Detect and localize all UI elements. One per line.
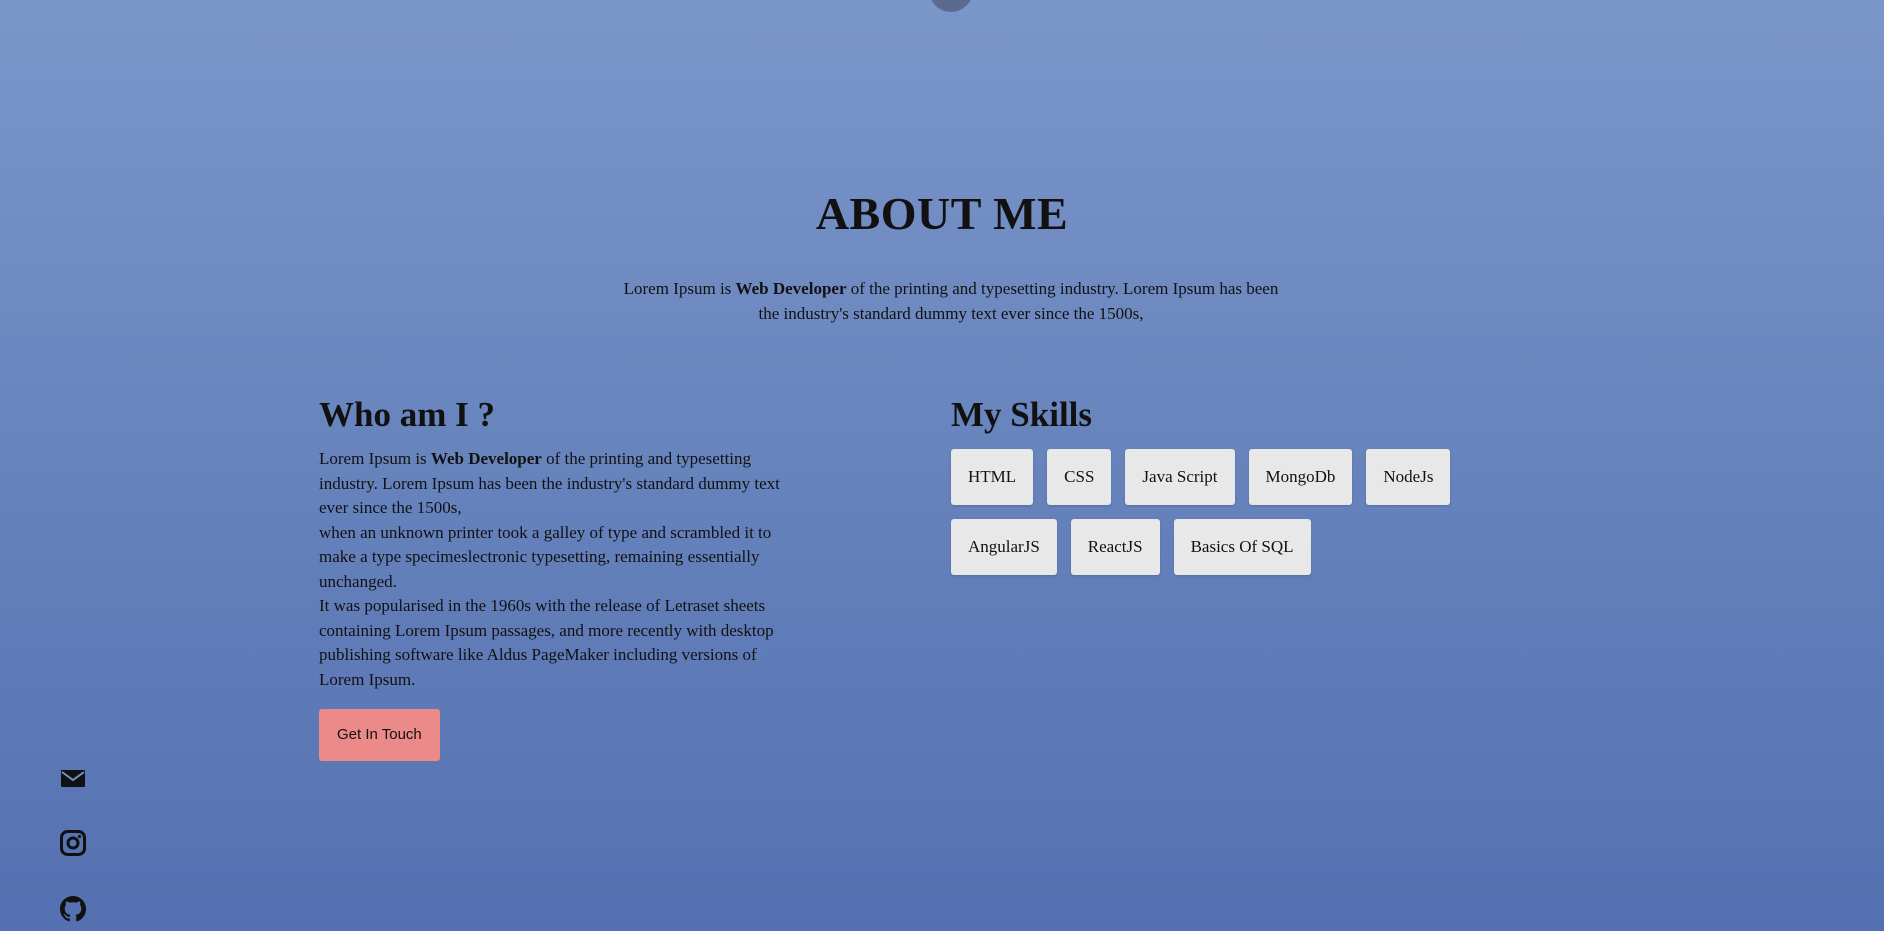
intro-text-start: Lorem Ipsum is (623, 279, 736, 298)
page-title: ABOUT ME (815, 188, 1069, 239)
who-am-i-heading: Who am I ? (319, 395, 495, 434)
skill-tag: ReactJS (1070, 519, 1160, 575)
github-icon[interactable] (60, 896, 86, 922)
intro-text: Lorem Ipsum is Web Developer of the prin… (622, 276, 1280, 326)
scroll-indicator[interactable] (929, 0, 973, 12)
instagram-icon[interactable] (60, 830, 86, 856)
bio-paragraph-1: Lorem Ipsum is Web Developer of the prin… (319, 447, 799, 521)
bio-highlight: Web Developer (430, 449, 542, 468)
bio-paragraph-3: It was popularised in the 1960s with the… (319, 596, 774, 689)
skill-tag: AngularJS (951, 519, 1057, 575)
skill-tag: Basics Of SQL (1173, 519, 1311, 575)
skill-tag: NodeJs (1366, 449, 1451, 505)
mail-icon[interactable] (60, 765, 86, 791)
bio-text: Lorem Ipsum is Web Developer of the prin… (319, 447, 799, 692)
get-in-touch-button[interactable]: Get In Touch (319, 709, 440, 761)
skill-tag: MongoDb (1248, 449, 1353, 505)
bio-paragraph-2: when an unknown printer took a galley of… (319, 522, 772, 591)
skill-tag: Java Script (1125, 449, 1235, 505)
skills-heading: My Skills (951, 395, 1093, 434)
intro-highlight: Web Developer (735, 279, 847, 298)
who-am-i-section: Who am I ? Lorem Ipsum is Web Developer … (319, 392, 799, 761)
skill-tag: CSS (1047, 449, 1112, 505)
skill-tag: HTML (951, 449, 1034, 505)
skills-list: HTML CSS Java Script MongoDb NodeJs Angu… (951, 449, 1511, 575)
skills-section: My Skills HTML CSS Java Script MongoDb N… (951, 392, 1591, 575)
bio-p1-start: Lorem Ipsum is (319, 449, 431, 468)
